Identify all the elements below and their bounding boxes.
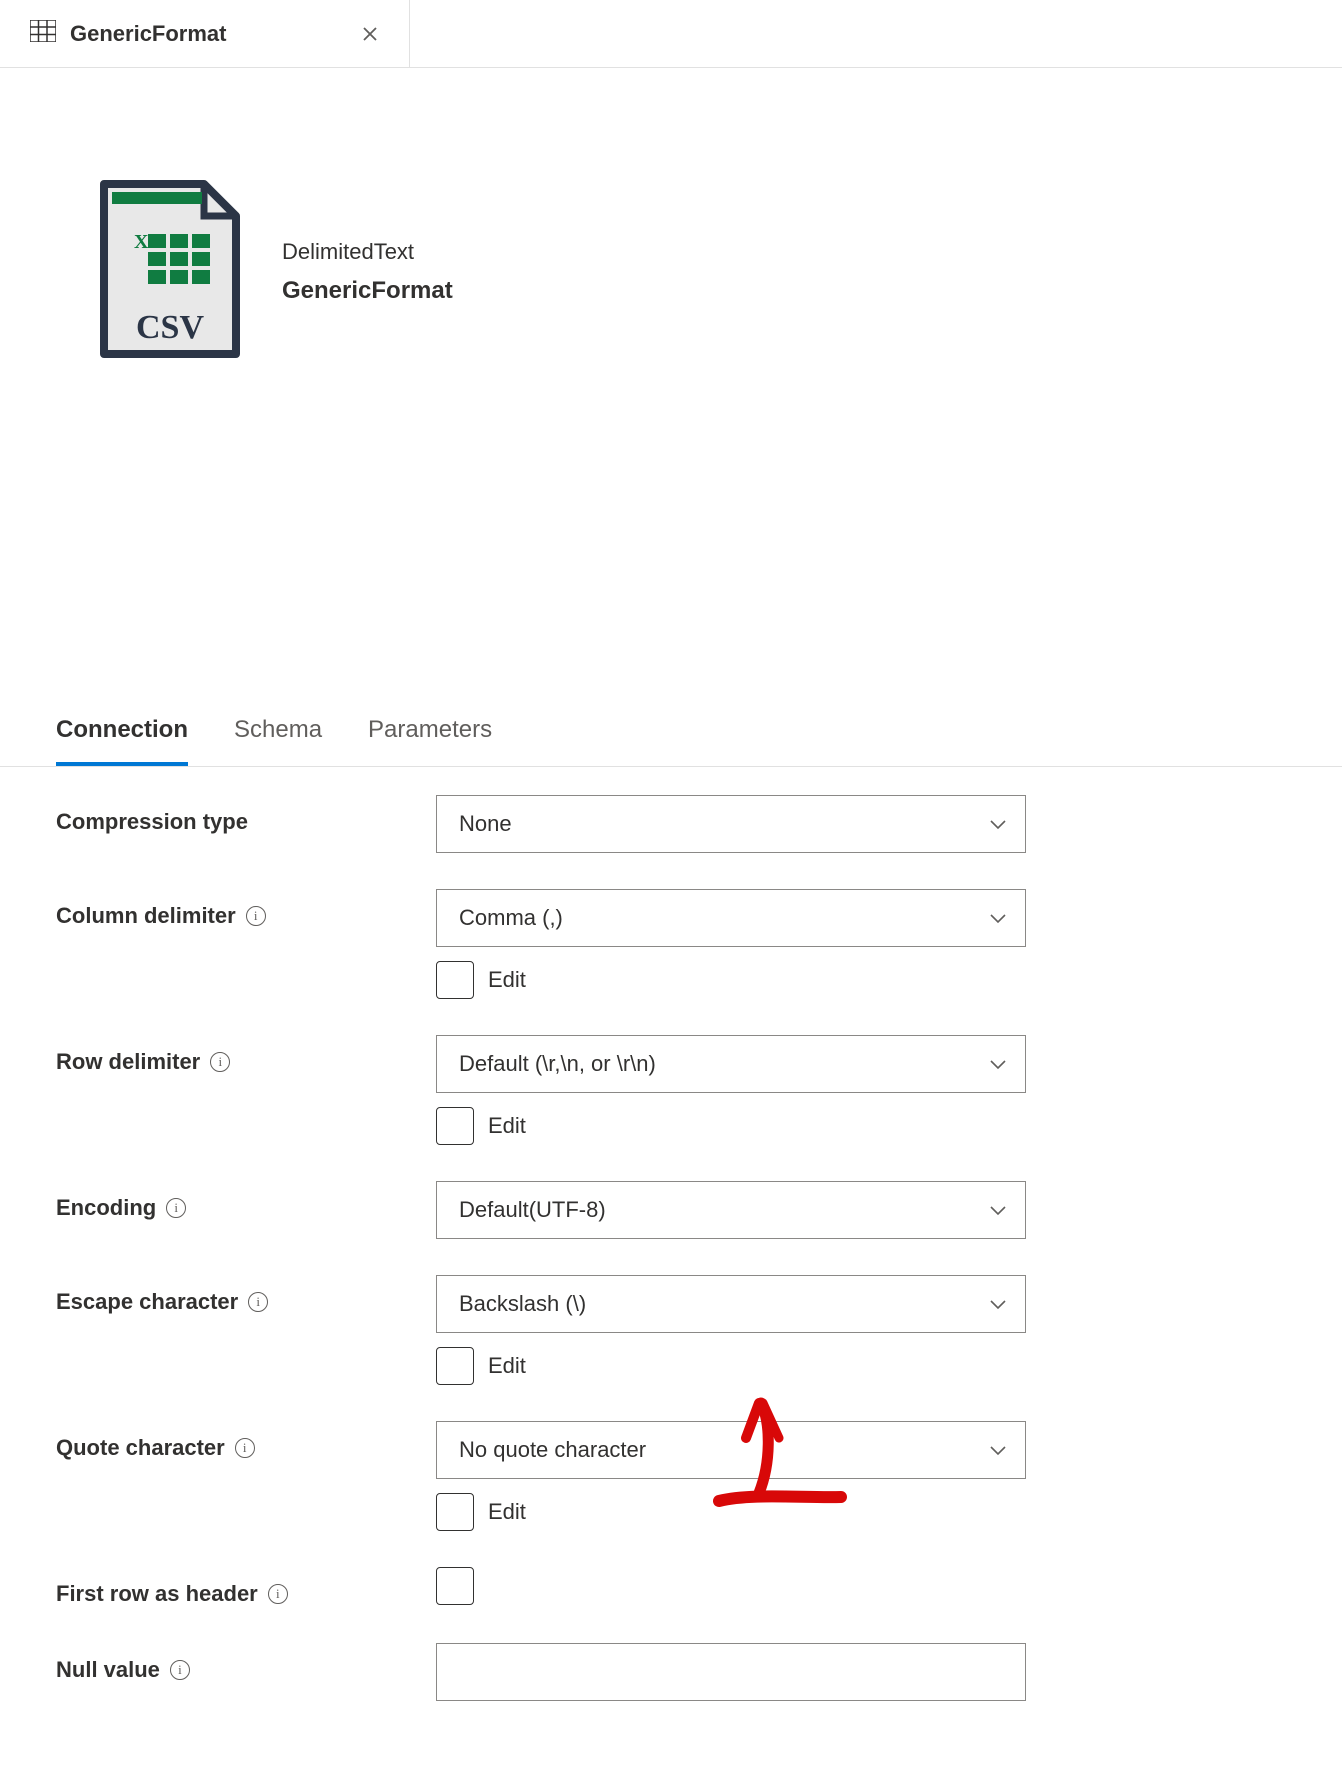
tab-schema[interactable]: Schema — [234, 696, 322, 766]
edit-label: Edit — [488, 1499, 526, 1525]
info-icon[interactable]: i — [166, 1198, 186, 1218]
chevron-down-icon — [989, 1051, 1007, 1077]
checkbox-edit-quote-character[interactable] — [436, 1493, 474, 1531]
select-escape-character-value: Backslash (\) — [459, 1291, 586, 1317]
label-first-row-header: First row as header i — [56, 1567, 436, 1607]
tab-connection[interactable]: Connection — [56, 696, 188, 766]
select-compression-type[interactable]: None — [436, 795, 1026, 853]
table-icon — [30, 20, 56, 48]
select-column-delimiter[interactable]: Comma (,) — [436, 889, 1026, 947]
chevron-down-icon — [989, 811, 1007, 837]
info-icon[interactable]: i — [235, 1438, 255, 1458]
editor-tabbar: GenericFormat — [0, 0, 1342, 68]
checkbox-edit-row-delimiter[interactable] — [436, 1107, 474, 1145]
select-quote-character[interactable]: No quote character — [436, 1421, 1026, 1479]
select-column-delimiter-value: Comma (,) — [459, 905, 563, 931]
label-encoding: Encoding i — [56, 1181, 436, 1221]
chevron-down-icon — [989, 1197, 1007, 1223]
checkbox-edit-escape-character[interactable] — [436, 1347, 474, 1385]
info-icon[interactable]: i — [210, 1052, 230, 1072]
info-icon[interactable]: i — [170, 1660, 190, 1680]
chevron-down-icon — [989, 905, 1007, 931]
select-compression-type-value: None — [459, 811, 512, 837]
select-encoding-value: Default(UTF-8) — [459, 1197, 606, 1223]
label-column-delimiter: Column delimiter i — [56, 889, 436, 929]
checkbox-edit-column-delimiter[interactable] — [436, 961, 474, 999]
label-quote-character: Quote character i — [56, 1421, 436, 1461]
info-icon[interactable]: i — [248, 1292, 268, 1312]
label-null-value: Null value i — [56, 1643, 436, 1683]
close-icon[interactable] — [359, 23, 381, 45]
detail-tabs: Connection Schema Parameters — [0, 696, 1342, 767]
dataset-type-label: DelimitedText — [282, 239, 453, 265]
dataset-name-label: GenericFormat — [282, 277, 453, 305]
label-escape-character: Escape character i — [56, 1275, 436, 1315]
info-icon[interactable]: i — [246, 906, 266, 926]
info-icon[interactable]: i — [268, 1584, 288, 1604]
chevron-down-icon — [989, 1291, 1007, 1317]
connection-form: Compression type None Column delimiter i… — [0, 767, 1342, 1777]
label-compression-type: Compression type — [56, 795, 436, 835]
edit-label: Edit — [488, 1113, 526, 1139]
tab-parameters[interactable]: Parameters — [368, 696, 492, 766]
csv-file-icon: X CSV — [96, 178, 244, 366]
chevron-down-icon — [989, 1437, 1007, 1463]
label-row-delimiter: Row delimiter i — [56, 1035, 436, 1075]
svg-text:CSV: CSV — [136, 309, 204, 346]
select-quote-character-value: No quote character — [459, 1437, 646, 1463]
edit-label: Edit — [488, 967, 526, 993]
editor-tab-genericformat[interactable]: GenericFormat — [0, 0, 410, 67]
select-row-delimiter-value: Default (\r,\n, or \r\n) — [459, 1051, 656, 1077]
edit-label: Edit — [488, 1353, 526, 1379]
checkbox-first-row-header[interactable] — [436, 1567, 474, 1605]
select-encoding[interactable]: Default(UTF-8) — [436, 1181, 1026, 1239]
input-null-value[interactable] — [436, 1643, 1026, 1701]
svg-text:X: X — [134, 231, 149, 253]
editor-tab-title: GenericFormat — [70, 21, 227, 47]
select-row-delimiter[interactable]: Default (\r,\n, or \r\n) — [436, 1035, 1026, 1093]
select-escape-character[interactable]: Backslash (\) — [436, 1275, 1026, 1333]
